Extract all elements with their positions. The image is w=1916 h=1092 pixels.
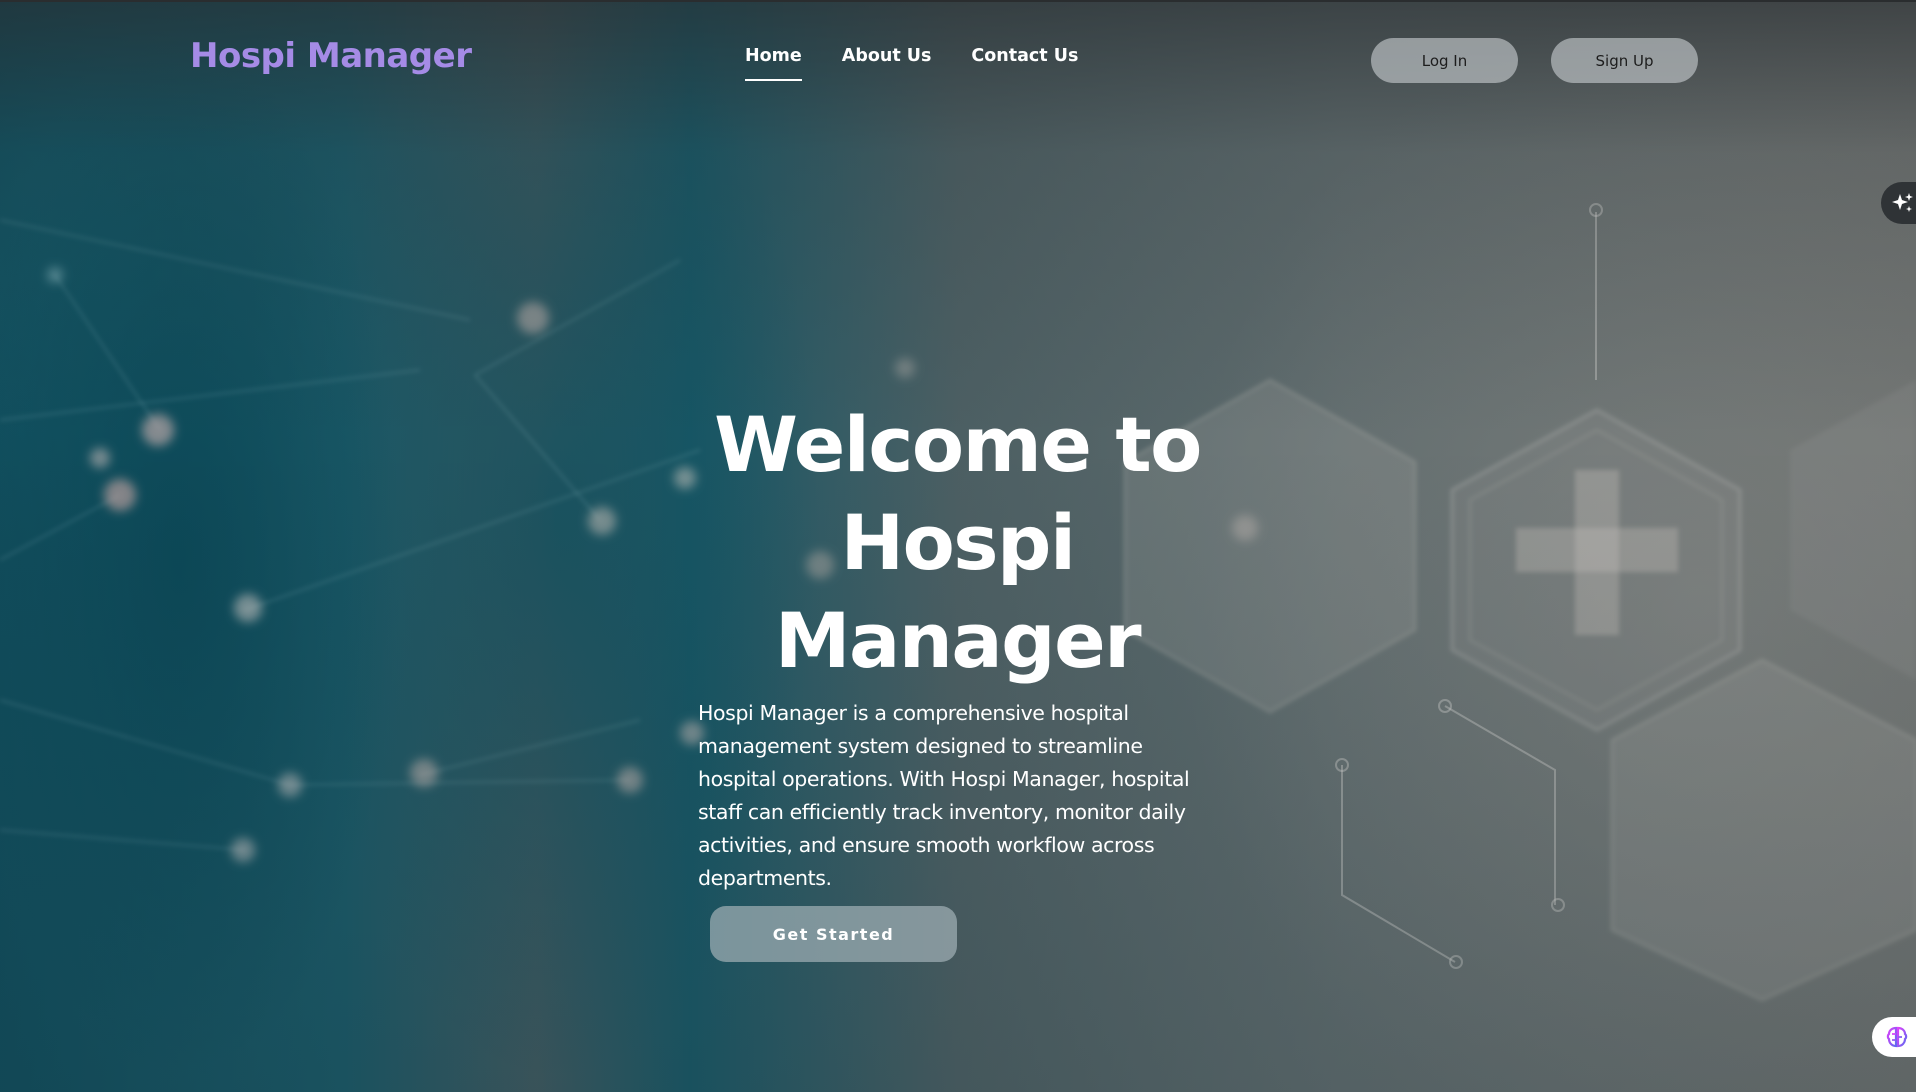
- nav-link-contact-us[interactable]: Contact Us: [971, 46, 1078, 74]
- ai-assistant-tab[interactable]: [1881, 182, 1916, 224]
- site-header: Hospi Manager Home About Us Contact Us L…: [0, 0, 1916, 110]
- page: Hospi Manager Home About Us Contact Us L…: [0, 0, 1916, 1092]
- signup-button[interactable]: Sign Up: [1551, 38, 1698, 83]
- nav-link-about-us[interactable]: About Us: [842, 46, 932, 74]
- brain-extension-tab[interactable]: [1872, 1017, 1916, 1057]
- hero-title-line: Hospi: [840, 498, 1076, 587]
- brain-icon: [1886, 1026, 1908, 1048]
- login-button[interactable]: Log In: [1371, 38, 1518, 83]
- hero-title: Welcome to Hospi Manager: [660, 396, 1255, 690]
- sparkle-icon: [1892, 193, 1913, 212]
- get-started-button[interactable]: Get Started: [710, 906, 957, 962]
- nav-link-home[interactable]: Home: [745, 46, 802, 81]
- brand-logo[interactable]: Hospi Manager: [190, 36, 472, 76]
- main-nav: Home About Us Contact Us: [745, 46, 1078, 81]
- hero-title-line: Manager: [774, 596, 1142, 685]
- hero-description: Hospi Manager is a comprehensive hospita…: [698, 701, 1190, 890]
- hero-title-line: Welcome to: [714, 400, 1202, 489]
